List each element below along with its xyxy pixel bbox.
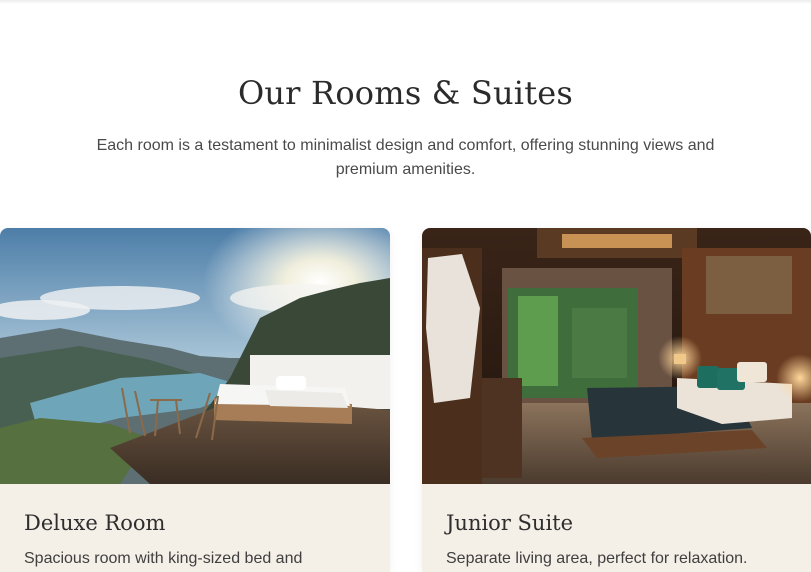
room-card-deluxe[interactable]: Deluxe Room Spacious room with king-size… (0, 228, 390, 572)
room-name: Junior Suite (446, 511, 574, 535)
room-image-deluxe[interactable] (0, 228, 390, 484)
room-description: Spacious room with king-sized bed and (24, 550, 303, 567)
section-title: Our Rooms & Suites (237, 74, 574, 112)
header-shadow (0, 0, 811, 4)
wood-bedroom-photo (422, 228, 811, 484)
room-image-junior-suite[interactable] (422, 228, 811, 484)
room-card-junior-suite[interactable]: Junior Suite Separate living area, perfe… (422, 228, 811, 572)
room-description: Separate living area, perfect for relaxa… (446, 550, 748, 567)
mountain-outdoor-bed-photo (0, 228, 390, 484)
section-subtitle: Each room is a testament to minimalist d… (96, 137, 715, 178)
room-name: Deluxe Room (24, 511, 166, 535)
